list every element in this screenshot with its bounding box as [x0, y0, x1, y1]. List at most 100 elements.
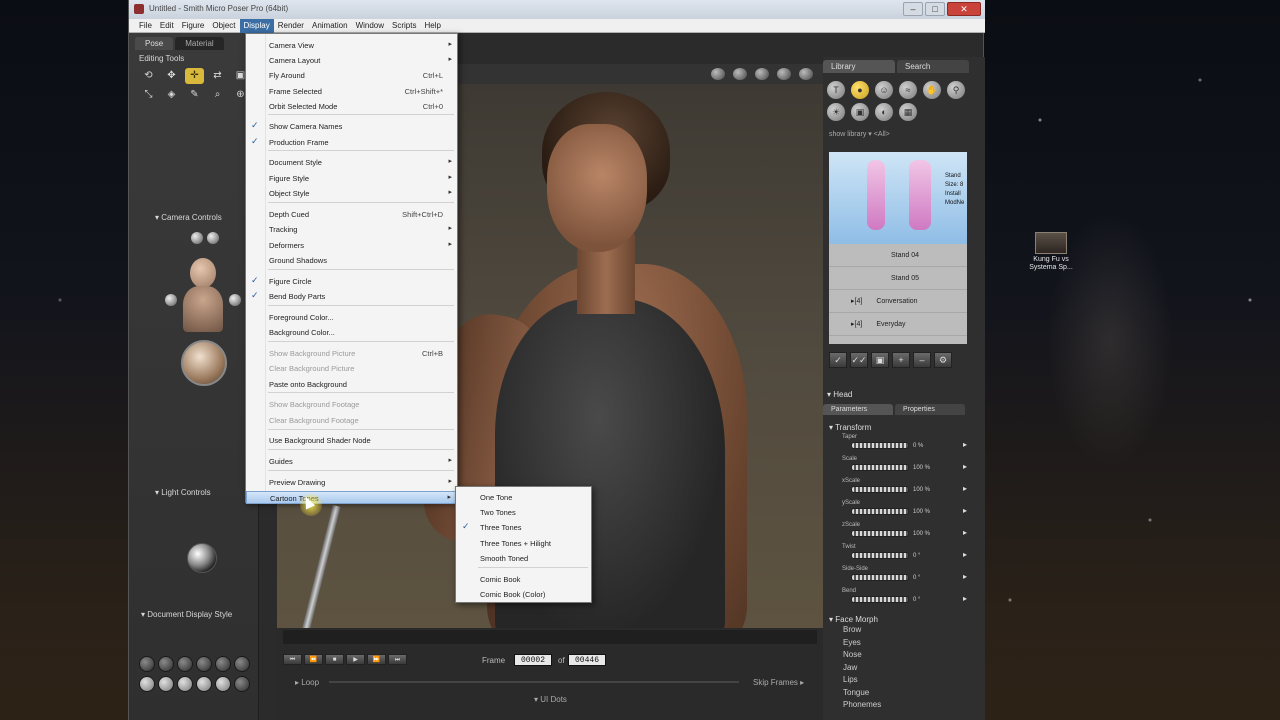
show-library-dropdown[interactable]: show library ▾ <All> [829, 130, 890, 138]
loop-checkbox[interactable]: ▸ Loop [295, 678, 319, 687]
morph-group-item[interactable]: Jaw [829, 662, 979, 675]
list-item[interactable]: ▸ [4] Conversation [829, 290, 967, 313]
style-outline-icon[interactable] [158, 656, 174, 672]
param-value[interactable]: 0 ° [913, 553, 920, 559]
param-value[interactable]: 100 % [913, 509, 930, 515]
color-tool-icon[interactable]: ✎ [185, 87, 204, 103]
menu-figure[interactable]: Figure [178, 19, 209, 33]
submenu-item-smooth-toned[interactable]: Smooth Toned [456, 552, 591, 565]
play-button[interactable]: ▶ [346, 654, 365, 665]
library-options-button[interactable]: ⚙ [934, 352, 952, 368]
menu-object[interactable]: Object [208, 19, 239, 33]
param-dial[interactable] [851, 574, 909, 581]
menu-item-use-background-shader-node[interactable]: Use Background Shader Node [246, 434, 457, 447]
menu-display[interactable]: Display [239, 19, 274, 33]
param-value[interactable]: 100 % [913, 531, 930, 537]
menu-item-cartoon-tones[interactable]: Cartoon Tones ▸ [246, 491, 457, 504]
menu-item-ground-shadows[interactable]: Ground Shadows [246, 254, 457, 267]
list-item[interactable]: ▸ [4] Everyday [829, 313, 967, 336]
taper-tool-icon[interactable]: ⤡ [139, 87, 158, 103]
close-button[interactable]: ✕ [947, 2, 981, 16]
add-to-library-button[interactable]: + [892, 352, 910, 368]
style-smooth-shaded-icon[interactable] [196, 676, 212, 692]
param-twist[interactable]: Twist 0 ° ▸ [829, 544, 979, 566]
style-texture-shaded-icon[interactable] [215, 676, 231, 692]
menu-item-depth-cued[interactable]: Depth Cued Shift+Ctrl+D [246, 208, 457, 221]
param-menu-icon[interactable]: ▸ [963, 528, 967, 537]
list-item[interactable]: Stand 04 [829, 244, 967, 267]
rotate-tool-icon[interactable]: ⟲ [139, 68, 158, 84]
param-value[interactable]: 100 % [913, 465, 930, 471]
param-bend[interactable]: Bend 0 ° ▸ [829, 588, 979, 610]
timeline-strip[interactable] [283, 630, 817, 644]
style-flat-lined-icon[interactable] [139, 676, 155, 692]
menu-item-fly-around[interactable]: Fly Around Ctrl+L [246, 69, 457, 82]
step-back-button[interactable]: ⏪ [304, 654, 323, 665]
right-hand-camera-icon[interactable] [229, 294, 241, 306]
morph-group-item[interactable]: Eyes [829, 637, 979, 650]
style-flat-shaded-icon[interactable] [234, 656, 250, 672]
style-hidden-line-icon[interactable] [196, 656, 212, 672]
total-frames-field[interactable]: 00446 [568, 654, 606, 666]
main-camera-icon[interactable] [183, 286, 223, 332]
morph-group-item[interactable]: Brow [829, 624, 979, 637]
submenu-item-comic-book[interactable]: Comic Book [456, 573, 591, 586]
param-menu-icon[interactable]: ▸ [963, 506, 967, 515]
param-menu-icon[interactable]: ▸ [963, 572, 967, 581]
step-forward-button[interactable]: ⏩ [367, 654, 386, 665]
hand-camera-right-icon[interactable] [207, 232, 219, 244]
menu-item-bend-body-parts[interactable]: ✓ Bend Body Parts [246, 290, 457, 303]
param-menu-icon[interactable]: ▸ [963, 550, 967, 559]
save-to-library-button[interactable]: ▣ [871, 352, 889, 368]
menu-item-guides[interactable]: Guides ▸ [246, 455, 457, 468]
style-smooth-lined-icon[interactable] [234, 676, 250, 692]
submenu-item-three-tones[interactable]: ✓ Three Tones [456, 521, 591, 534]
submenu-item-two-tones[interactable]: Two Tones [456, 506, 591, 519]
menu-window[interactable]: Window [352, 19, 388, 33]
tab-properties[interactable]: Properties [895, 404, 965, 415]
tab-pose[interactable]: Pose [135, 37, 174, 50]
menu-item-show-background-footage[interactable]: Show Background Footage [246, 398, 457, 411]
props-category-icon[interactable]: ⚲ [947, 81, 965, 99]
menu-item-figure-circle[interactable]: ✓ Figure Circle [246, 275, 457, 288]
menu-help[interactable]: Help [420, 19, 444, 33]
transform-group[interactable]: ▾ Transform [829, 423, 979, 432]
trackball-icon[interactable] [181, 340, 227, 386]
go-to-end-button[interactable]: ⏭ [388, 654, 407, 665]
param-dial[interactable] [851, 508, 909, 515]
camera-controls[interactable] [165, 228, 241, 398]
desktop-video-icon[interactable]: Kung Fu vs Systema Sp... [1024, 232, 1078, 272]
menu-item-frame-selected[interactable]: Frame Selected Ctrl+Shift+* [246, 85, 457, 98]
param-dial[interactable] [851, 596, 909, 603]
menu-item-deformers[interactable]: Deformers ▸ [246, 239, 457, 252]
menu-edit[interactable]: Edit [156, 19, 178, 33]
viewport-sphere-icon[interactable] [777, 68, 791, 80]
list-item[interactable]: Stand 05 [829, 267, 967, 290]
twist-tool-icon[interactable]: ✥ [162, 68, 181, 84]
morph-group-item[interactable]: Phonemes [829, 699, 979, 712]
translate-in-out-tool-icon[interactable]: ⇄ [208, 68, 227, 84]
style-lit-wireframe-icon[interactable] [215, 656, 231, 672]
param-yscale[interactable]: yScale 100 % ▸ [829, 500, 979, 522]
cameras-category-icon[interactable]: ▣ [851, 103, 869, 121]
menu-item-tracking[interactable]: Tracking ▸ [246, 223, 457, 236]
remove-from-library-button[interactable]: – [913, 352, 931, 368]
menu-item-object-style[interactable]: Object Style ▸ [246, 187, 457, 200]
skip-frames-checkbox[interactable]: Skip Frames ▸ [753, 678, 804, 687]
param-menu-icon[interactable]: ▸ [963, 462, 967, 471]
param-value[interactable]: 0 % [913, 443, 923, 449]
param-menu-icon[interactable]: ▸ [963, 484, 967, 493]
param-dial[interactable] [851, 486, 909, 493]
param-taper[interactable]: Taper 0 % ▸ [829, 434, 979, 456]
left-hand-camera-icon[interactable] [165, 294, 177, 306]
menu-render[interactable]: Render [274, 19, 308, 33]
apply-button[interactable]: ✓ [829, 352, 847, 368]
light-sphere-icon[interactable] [187, 543, 217, 573]
param-menu-icon[interactable]: ▸ [963, 440, 967, 449]
menu-item-background-color[interactable]: Background Color... [246, 326, 457, 339]
figures-category-icon[interactable]: T [827, 81, 845, 99]
param-dial[interactable] [851, 552, 909, 559]
face-camera-icon[interactable] [190, 258, 216, 288]
morph-group-item[interactable]: Nose [829, 649, 979, 662]
hand-camera-icon[interactable] [191, 232, 203, 244]
